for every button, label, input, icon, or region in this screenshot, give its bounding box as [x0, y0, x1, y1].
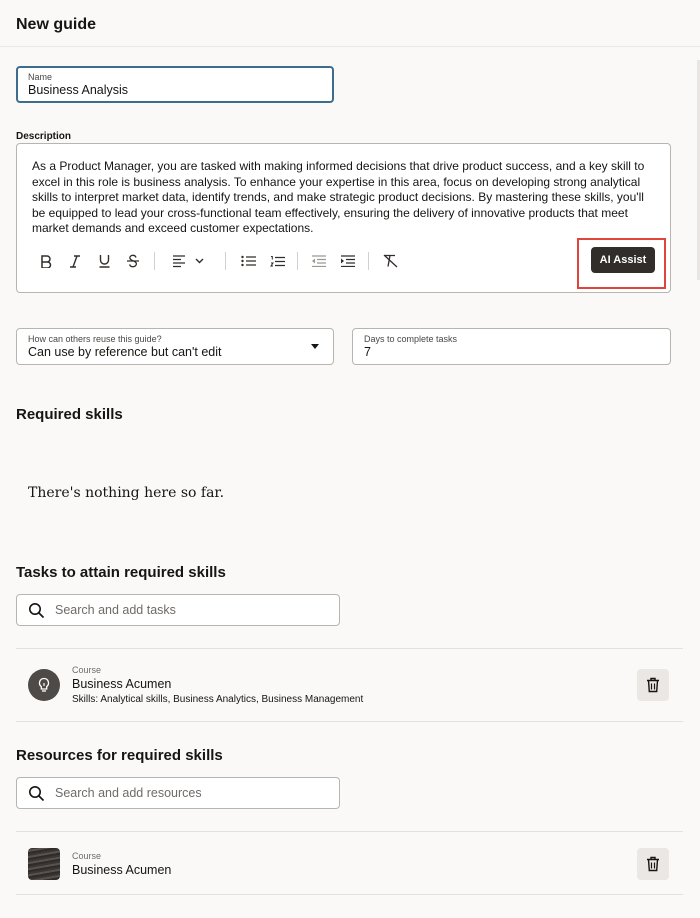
row-divider [16, 894, 683, 895]
numbered-list-icon[interactable] [266, 248, 288, 274]
empty-state-text: There's nothing here so far. [28, 485, 225, 501]
formatting-toolbar [31, 248, 431, 274]
align-dropdown[interactable] [169, 248, 209, 274]
underline-icon[interactable] [93, 248, 115, 274]
name-field-value[interactable]: Business Analysis [28, 83, 322, 98]
days-field-value[interactable]: 7 [364, 345, 659, 360]
task-item-skills: Skills: Analytical skills, Business Anal… [72, 694, 364, 705]
delete-resource-button[interactable] [637, 848, 669, 880]
days-field-label: Days to complete tasks [364, 334, 458, 344]
task-search[interactable] [16, 594, 340, 626]
title-divider [0, 46, 700, 47]
search-icon [29, 603, 45, 619]
align-icon [173, 255, 204, 268]
task-item-type: Course [72, 665, 102, 675]
reuse-select-label: How can others reuse this guide? [28, 334, 162, 344]
row-divider [16, 648, 683, 649]
description-editor[interactable]: As a Product Manager, you are tasked wit… [16, 143, 671, 293]
name-field-label: Name [28, 72, 53, 82]
resource-item-type: Course [72, 851, 102, 861]
days-field[interactable]: Days to complete tasks 7 [352, 328, 671, 365]
resource-search-input[interactable] [55, 784, 325, 802]
reuse-select-value: Can use by reference but can't edit [28, 345, 222, 359]
toolbar-separator [297, 252, 298, 270]
lightbulb-icon [28, 669, 60, 701]
course-thumbnail [28, 848, 60, 880]
bulleted-list-icon[interactable] [237, 248, 259, 274]
tasks-heading: Tasks to attain required skills [16, 564, 226, 581]
toolbar-separator [225, 252, 226, 270]
row-divider [16, 831, 683, 832]
toolbar-separator [154, 252, 155, 270]
trash-icon [647, 856, 659, 872]
page-title: New guide [16, 16, 97, 33]
resource-item-title[interactable]: Business Acumen [72, 863, 171, 877]
strikethrough-icon[interactable] [122, 248, 144, 274]
task-item-title[interactable]: Business Acumen [72, 677, 171, 691]
task-search-input[interactable] [55, 601, 325, 619]
row-divider [16, 721, 683, 722]
resource-search[interactable] [16, 777, 340, 809]
italic-icon[interactable] [64, 248, 86, 274]
clear-format-icon[interactable] [379, 248, 401, 274]
delete-task-button[interactable] [637, 669, 669, 701]
required-skills-heading: Required skills [16, 406, 123, 423]
description-text[interactable]: As a Product Manager, you are tasked wit… [32, 159, 660, 237]
bold-icon[interactable] [35, 248, 57, 274]
toolbar-separator [368, 252, 369, 270]
name-field[interactable]: Name Business Analysis [16, 66, 334, 103]
indent-icon[interactable] [336, 248, 358, 274]
reuse-select[interactable]: How can others reuse this guide? Can use… [16, 328, 334, 365]
description-label: Description [16, 131, 72, 142]
search-icon [29, 786, 45, 802]
ai-assist-button[interactable]: AI Assist [591, 247, 655, 273]
resources-heading: Resources for required skills [16, 747, 223, 764]
trash-icon [647, 677, 659, 693]
outdent-icon[interactable] [307, 248, 329, 274]
chevron-down-icon[interactable] [311, 344, 319, 349]
